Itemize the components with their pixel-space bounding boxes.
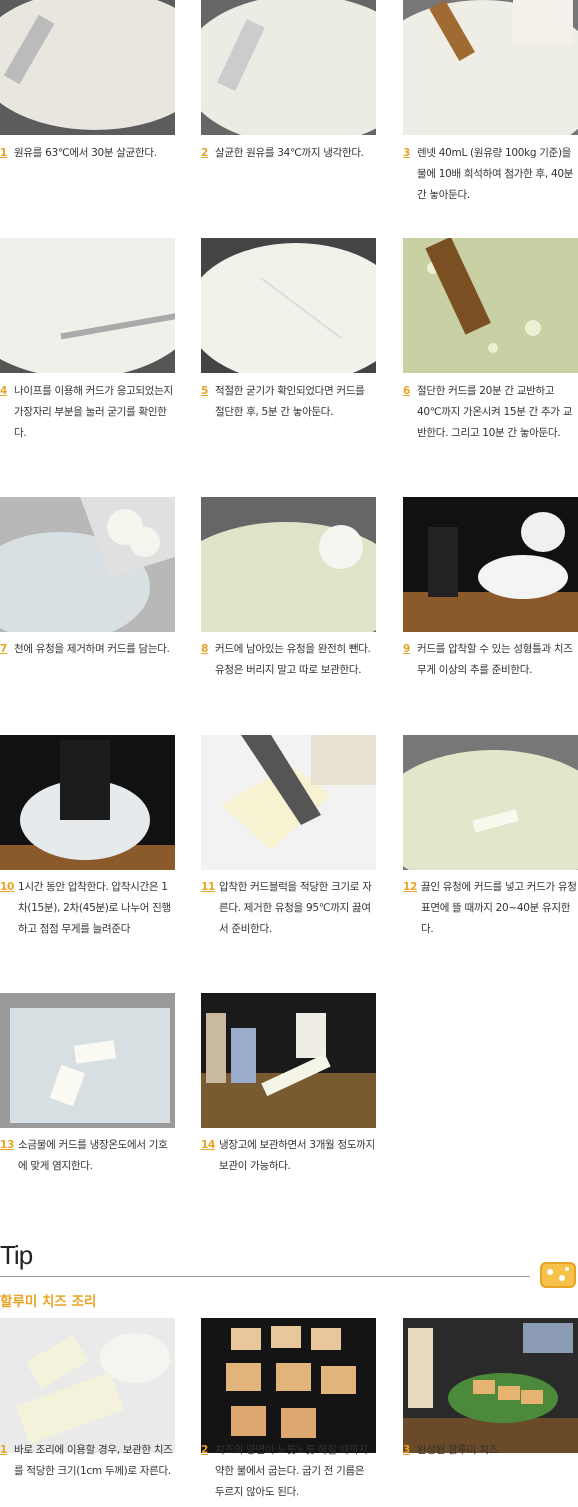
caption-step-11: 11 압착한 커드블럭을 적당한 크기로 자른다. 제거한 유청을 95℃까지 끓… bbox=[201, 881, 372, 935]
caption-step-3: 3 렌넷 40mL (원유량 100kg 기준)을 물에 10배 희석하여 첨가한… bbox=[403, 147, 574, 201]
photo-step-4 bbox=[0, 238, 175, 373]
photo-step-8 bbox=[201, 497, 376, 632]
photo-step-12 bbox=[403, 735, 578, 870]
caption-step-13: 13 소금물에 커드를 냉장온도에서 기호에 맞게 염지한다. bbox=[0, 1139, 168, 1172]
photo-step-2 bbox=[201, 0, 376, 135]
photo-step-5 bbox=[201, 238, 376, 373]
cheese-icon bbox=[540, 1262, 576, 1288]
caption-step-4: 4 나이프를 이용해 커드가 응고되었는지 가장자리 부분을 눌러 굳기를 확인한… bbox=[0, 385, 173, 439]
caption-step-7: 7 천에 유청을 제거하며 커드를 담는다. bbox=[0, 643, 170, 655]
photo-step-7 bbox=[0, 497, 175, 632]
caption-step-9: 9 커드를 압착할 수 있는 성형틀과 치즈 무게 이상의 추를 준비한다. bbox=[403, 643, 573, 676]
tip-divider bbox=[0, 1276, 530, 1277]
caption-step-8: 8 커드에 남아있는 유청을 완전히 뺀다. 유청은 버리지 말고 따로 보관한다… bbox=[201, 643, 371, 676]
caption-step-6: 6 절단한 커드를 20분 간 교반하고 40℃까지 가온시켜 15분 간 추가 … bbox=[403, 385, 573, 439]
caption-step-2: 2 살균한 원유를 34℃까지 냉각한다. bbox=[201, 147, 364, 159]
photo-step-10 bbox=[0, 735, 175, 870]
caption-step-1: 1 원유를 63℃에서 30분 살균한다. bbox=[0, 147, 157, 159]
caption-step-5: 5 적절한 굳기가 확인되었다면 커드를 절단한 후, 5분 간 놓아둔다. bbox=[201, 385, 365, 418]
tip-title: Tip bbox=[0, 1240, 33, 1270]
photo-step-14 bbox=[201, 993, 376, 1128]
caption-step-14: 14 냉장고에 보관하면서 3개월 정도까지 보관이 가능하다. bbox=[201, 1139, 375, 1172]
photo-step-1 bbox=[0, 0, 175, 135]
photo-step-11 bbox=[201, 735, 376, 870]
photo-tip-1 bbox=[0, 1318, 175, 1453]
photo-tip-2 bbox=[201, 1318, 376, 1453]
tip-subtitle: 할루미 치즈 조리 bbox=[0, 1294, 97, 1310]
photo-step-6 bbox=[403, 238, 578, 373]
photo-tip-3 bbox=[403, 1318, 578, 1453]
photo-step-3 bbox=[403, 0, 578, 135]
photo-step-9 bbox=[403, 497, 578, 632]
photo-step-13 bbox=[0, 993, 175, 1128]
caption-tip-3: 3 완성된 할루미 치즈 bbox=[403, 1444, 498, 1456]
caption-tip-2: 2 치즈의 양면이 노릇노릇 해질 때까지 약한 불에서 굽는다. 굽기 전 기름… bbox=[201, 1444, 368, 1498]
caption-tip-1: 1 바로 조리에 이용할 경우, 보관한 치즈를 적당한 크기(1cm 두께)로 … bbox=[0, 1444, 173, 1477]
caption-step-12: 12 끓인 유청에 커드를 넣고 커드가 유청 표면에 뜰 때까지 20~40분 … bbox=[403, 881, 577, 935]
caption-step-10: 10 1시간 동안 압착한다. 압착시간은 1차(15분), 2차(45분)로 나… bbox=[0, 881, 171, 935]
